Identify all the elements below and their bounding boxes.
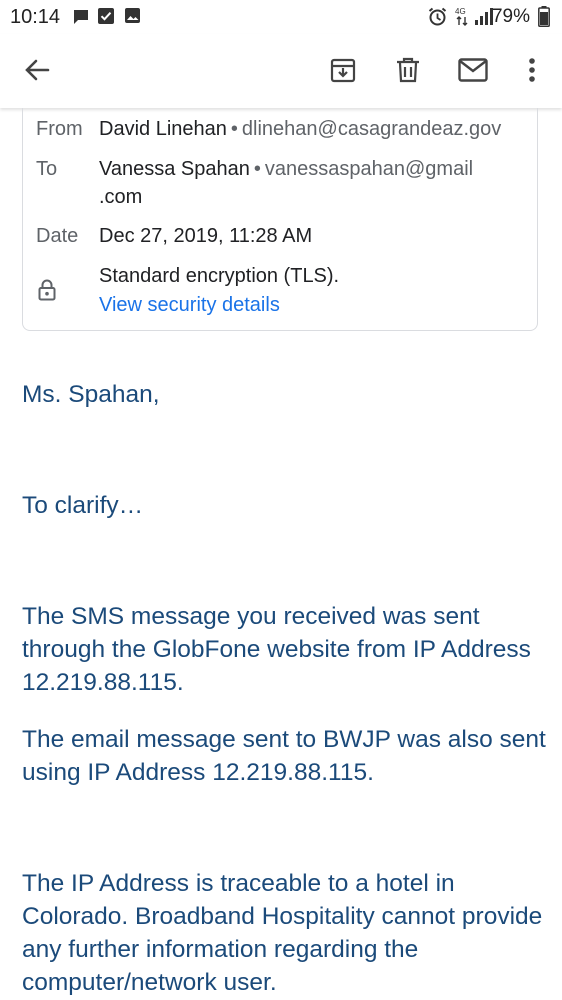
message-icon: [72, 8, 90, 31]
svg-text:4G: 4G: [455, 7, 466, 16]
mark-unread-icon: [458, 57, 488, 87]
to-email-line1[interactable]: vanessaspahan@gmail: [265, 158, 473, 180]
from-value: David Linehan • dlinehan@casagrandeaz.gov: [99, 118, 501, 141]
dot-separator: •: [253, 158, 261, 180]
greeting: Ms. Spahan,: [22, 381, 160, 408]
more-options-button[interactable]: [512, 52, 552, 92]
body-paragraph: The SMS message you received was sent th…: [22, 603, 531, 696]
encryption-text: Standard encryption (TLS).: [99, 265, 340, 287]
to-email-line2[interactable]: .com: [99, 186, 142, 209]
view-security-details-link[interactable]: View security details: [99, 294, 280, 317]
lock-icon: [38, 279, 56, 306]
status-bar: 10:14 4G 79%: [0, 0, 562, 34]
message-details-card: From David Linehan • dlinehan@casagrandeaz…: [22, 108, 538, 331]
body-paragraph: The email message sent to BWJP was also …: [22, 726, 546, 786]
check-box-icon: [98, 8, 114, 29]
to-label: To: [36, 158, 58, 180]
body-paragraph: The IP Address is traceable to a hotel i…: [22, 870, 543, 996]
app-bar: [0, 34, 562, 108]
date-label: Date: [36, 225, 79, 247]
archive-button[interactable]: [323, 52, 363, 92]
back-arrow-icon: [24, 57, 50, 88]
from-name[interactable]: David Linehan: [99, 118, 227, 140]
delete-icon: [396, 57, 420, 88]
to-name[interactable]: Vanessa Spahan: [99, 158, 250, 180]
from-label: From: [36, 118, 83, 140]
photo-icon: [125, 8, 140, 28]
back-button[interactable]: [17, 52, 57, 92]
battery-icon: [538, 6, 550, 32]
dot-separator: •: [230, 118, 238, 140]
data-signal-icon: 4G: [455, 6, 469, 31]
to-value: Vanessa Spahan • vanessaspahan@gmail: [99, 158, 473, 181]
archive-icon: [330, 57, 356, 88]
delete-button[interactable]: [388, 52, 428, 92]
status-time: 10:14: [10, 6, 61, 28]
date-value: Dec 27, 2019, 11:28 AM: [99, 225, 313, 247]
alarm-icon: [428, 7, 447, 31]
from-email[interactable]: dlinehan@casagrandeaz.gov: [242, 118, 501, 140]
more-vert-icon: [528, 57, 536, 88]
mark-unread-button[interactable]: [453, 52, 493, 92]
battery-percent: 79%: [491, 6, 530, 27]
body-paragraph: To clarify…: [22, 492, 144, 519]
